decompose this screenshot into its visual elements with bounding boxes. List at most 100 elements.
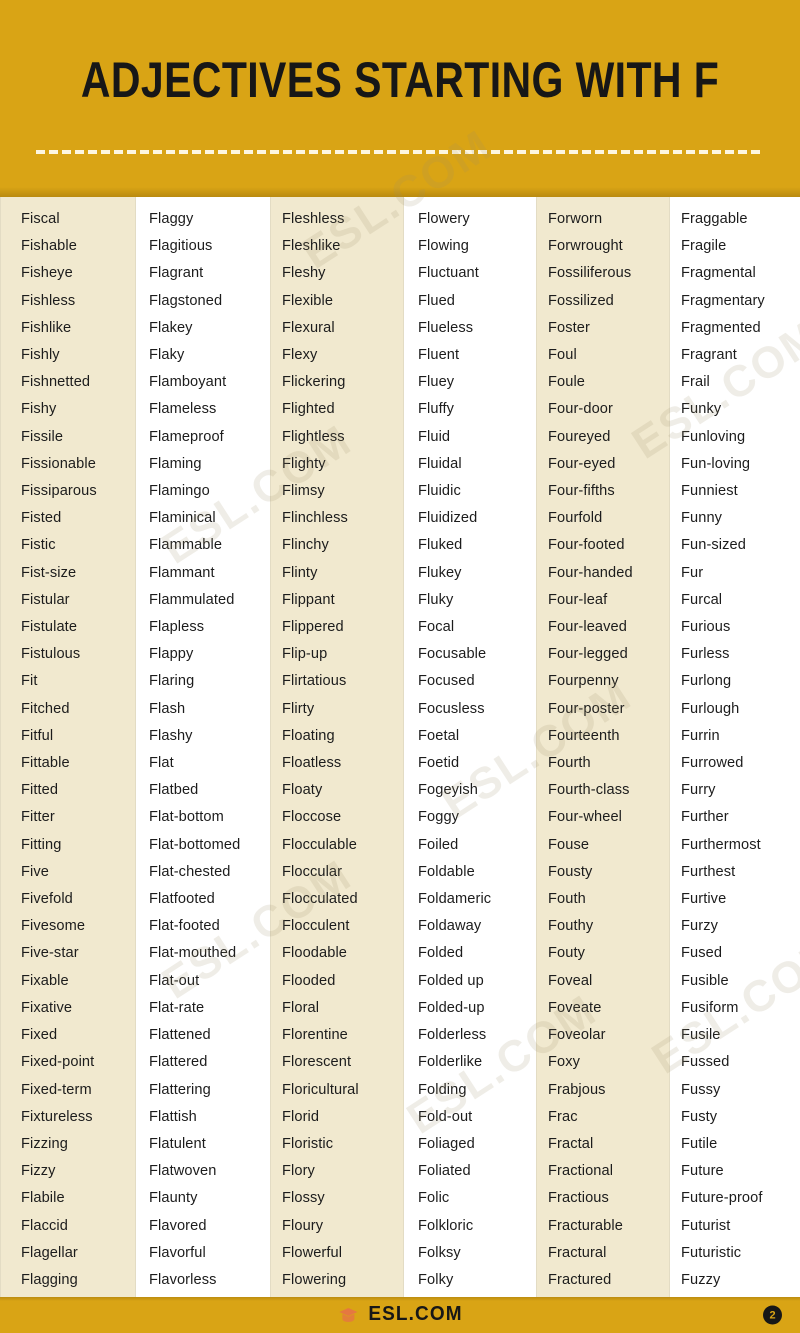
word-item: Fluent bbox=[418, 347, 460, 364]
word-item: Four-leaved bbox=[548, 619, 627, 636]
word-item: Four-footed bbox=[548, 537, 625, 554]
word-item: Fitting bbox=[21, 836, 62, 853]
word-item: Fluffy bbox=[418, 401, 455, 418]
word-item: Foggy bbox=[418, 809, 460, 826]
word-item: Flinchy bbox=[282, 537, 329, 554]
word-item: Flukey bbox=[418, 564, 462, 581]
page-title: ADJECTIVES STARTING WITH F bbox=[80, 52, 720, 109]
word-item: Fluidic bbox=[418, 483, 461, 500]
word-item: Fluctuant bbox=[418, 265, 479, 282]
word-item: Flagitious bbox=[149, 238, 213, 255]
word-item: Fourfold bbox=[548, 510, 603, 527]
word-item: Four-legged bbox=[548, 646, 628, 663]
word-item: Folded-up bbox=[418, 999, 485, 1016]
word-item: Focal bbox=[418, 619, 455, 636]
word-item: Furlong bbox=[681, 673, 732, 690]
word-item: Flat-footed bbox=[149, 918, 220, 935]
word-item: Fitted bbox=[21, 782, 59, 799]
word-item: Flirty bbox=[282, 700, 315, 717]
word-item: Foldaway bbox=[418, 918, 482, 935]
word-item: Forwrought bbox=[548, 238, 623, 255]
word-item: Fixable bbox=[21, 972, 69, 989]
word-item: Folderlike bbox=[418, 1054, 483, 1071]
word-item: Foureyed bbox=[548, 428, 611, 445]
word-item: Fizzing bbox=[21, 1135, 68, 1152]
word-item: Fourth-class bbox=[548, 782, 630, 799]
word-item: Fractious bbox=[548, 1190, 609, 1207]
word-item: Florid bbox=[282, 1108, 320, 1125]
word-item: Foveate bbox=[548, 999, 602, 1016]
word-item: Funniest bbox=[681, 483, 738, 500]
word-item: Fun-loving bbox=[681, 455, 751, 472]
word-item: Flaggy bbox=[149, 211, 194, 227]
word-item: Flameproof bbox=[149, 428, 224, 445]
word-item: Fousty bbox=[548, 863, 593, 880]
word-item: Flaminical bbox=[149, 510, 216, 527]
word-item: Floating bbox=[282, 727, 335, 744]
word-item: Flashy bbox=[149, 727, 193, 744]
word-item: Furzy bbox=[681, 918, 718, 935]
word-item: Fissiparous bbox=[21, 483, 97, 500]
word-column-3: Fleshless Fleshlike Fleshy Flexible Flexural… bbox=[270, 197, 404, 1297]
word-item: Fist-size bbox=[21, 564, 77, 581]
word-item: Flatfooted bbox=[149, 891, 215, 908]
word-item: Fleshlike bbox=[282, 238, 341, 255]
word-item: Furtive bbox=[681, 891, 727, 908]
word-item: Floatless bbox=[282, 755, 342, 772]
word-item: Flinchless bbox=[282, 510, 348, 527]
word-item: Flammant bbox=[149, 564, 215, 581]
word-item: Flickering bbox=[282, 374, 346, 391]
dashed-divider bbox=[36, 150, 764, 154]
word-item: Fixtureless bbox=[21, 1108, 93, 1125]
word-item: Flammulated bbox=[149, 591, 235, 608]
word-item: Floccose bbox=[282, 809, 342, 826]
word-item: Fragrant bbox=[681, 347, 737, 364]
word-item: Fossilized bbox=[548, 292, 614, 309]
word-item: Flexible bbox=[282, 292, 334, 309]
word-item: Furcal bbox=[681, 591, 723, 608]
word-item: Fleshless bbox=[282, 211, 345, 227]
word-item: Future bbox=[681, 1163, 724, 1180]
word-item: Flocculent bbox=[282, 918, 350, 935]
word-item: Fishly bbox=[21, 347, 60, 364]
word-item: Flavorful bbox=[149, 1244, 206, 1261]
word-item: Four-door bbox=[548, 401, 613, 418]
word-item: Foliaged bbox=[418, 1135, 475, 1152]
footer-shadow bbox=[0, 1297, 800, 1301]
word-item: Frac bbox=[548, 1108, 578, 1125]
word-item: Flooded bbox=[282, 972, 336, 989]
word-item: Fusible bbox=[681, 972, 729, 989]
word-item: Flinty bbox=[282, 564, 318, 581]
word-item: Fusiform bbox=[681, 999, 739, 1016]
word-column-6: Fraggable Fragile Fragmental Fragmentary Fra… bbox=[670, 197, 800, 1297]
word-item: Fisted bbox=[21, 510, 62, 527]
word-item: Fragmental bbox=[681, 265, 756, 282]
word-item: Fourth bbox=[548, 755, 591, 772]
word-item: Flat-chested bbox=[149, 863, 231, 880]
word-item: Foetal bbox=[418, 727, 460, 744]
word-item: Flightless bbox=[282, 428, 345, 445]
word-item: Forworn bbox=[548, 211, 603, 227]
word-item: Futuristic bbox=[681, 1244, 742, 1261]
word-item: Fissionable bbox=[21, 455, 96, 472]
word-item: Flameless bbox=[149, 401, 217, 418]
word-item: Flippant bbox=[282, 591, 335, 608]
word-item: Fishy bbox=[21, 401, 57, 418]
word-item: Furious bbox=[681, 619, 731, 636]
word-item: Fragmentary bbox=[681, 292, 765, 309]
word-item: Fluky bbox=[418, 591, 454, 608]
word-item: Focused bbox=[418, 673, 475, 690]
word-item: Folded bbox=[418, 945, 464, 962]
word-item: Floaty bbox=[282, 782, 323, 799]
word-item: Future-proof bbox=[681, 1190, 763, 1207]
word-item: Fur bbox=[681, 564, 704, 581]
page-number-badge: 2 bbox=[763, 1305, 782, 1325]
word-item: Fun-sized bbox=[681, 537, 746, 554]
word-item: Fouth bbox=[548, 891, 586, 908]
header-shadow bbox=[0, 187, 800, 197]
word-item: Fuzzy bbox=[681, 1271, 721, 1288]
word-item: Flippered bbox=[282, 619, 344, 636]
word-item: Fishless bbox=[21, 292, 76, 309]
word-item: Further bbox=[681, 809, 729, 826]
word-item: Fold-out bbox=[418, 1108, 473, 1125]
